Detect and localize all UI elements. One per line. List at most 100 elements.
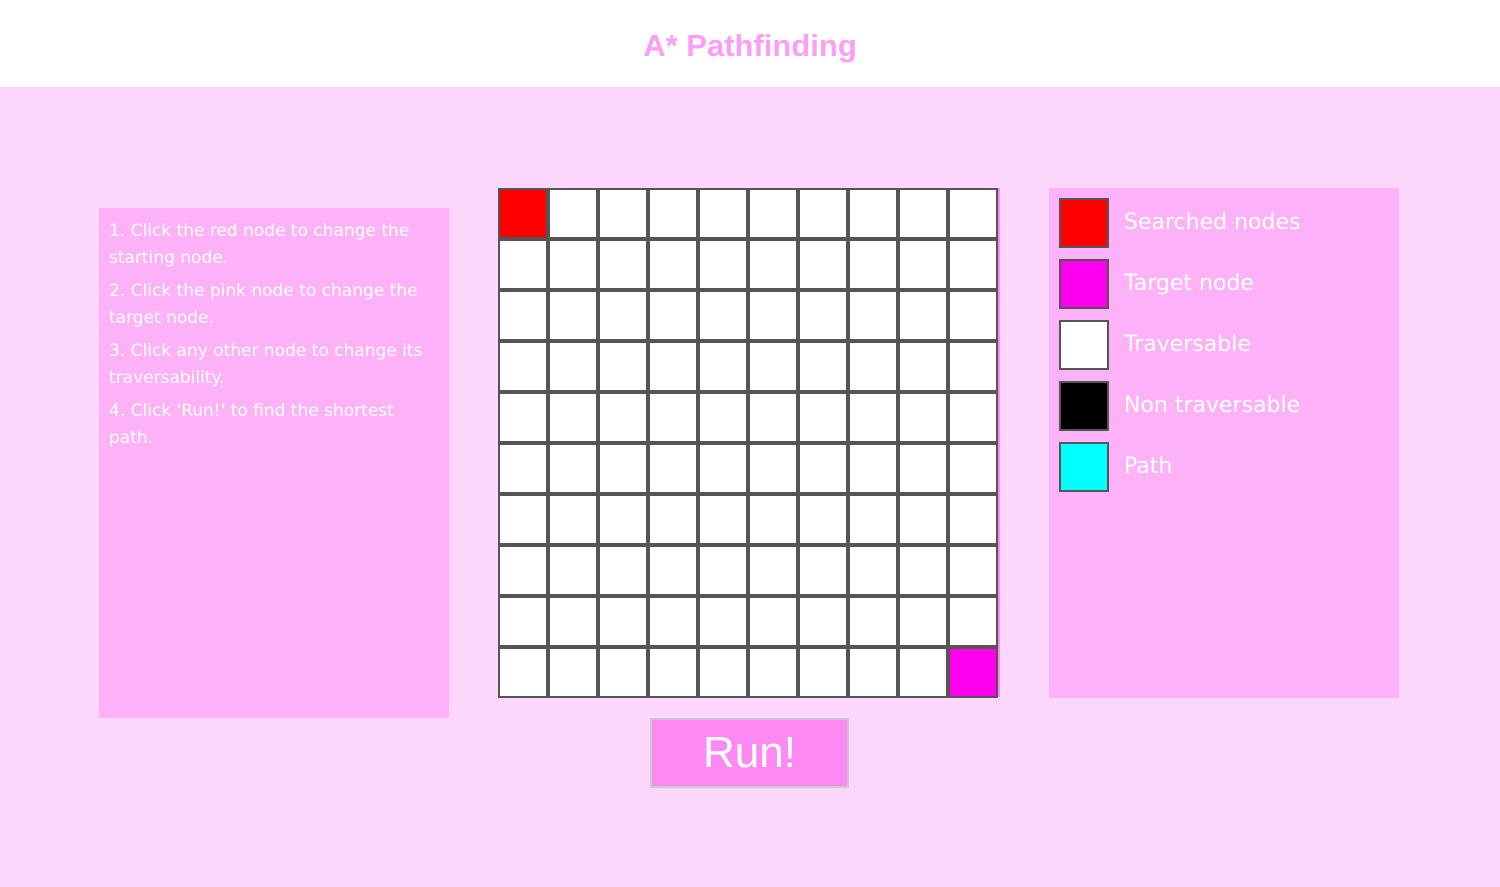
grid-node[interactable] xyxy=(548,290,598,341)
grid-node[interactable] xyxy=(798,443,848,494)
grid-node[interactable] xyxy=(548,188,598,239)
grid-node[interactable] xyxy=(598,494,648,545)
grid-node[interactable] xyxy=(798,290,848,341)
grid-node[interactable] xyxy=(648,341,698,392)
grid-node[interactable] xyxy=(898,290,948,341)
grid-node[interactable] xyxy=(498,596,548,647)
grid-node[interactable] xyxy=(598,647,648,698)
grid-node[interactable] xyxy=(748,596,798,647)
grid-node[interactable] xyxy=(898,494,948,545)
grid-node[interactable] xyxy=(848,494,898,545)
grid-node[interactable] xyxy=(948,392,998,443)
target-node[interactable] xyxy=(948,647,998,698)
grid-node[interactable] xyxy=(498,341,548,392)
grid-node[interactable] xyxy=(498,647,548,698)
grid-node[interactable] xyxy=(898,188,948,239)
grid-node[interactable] xyxy=(548,239,598,290)
grid-node[interactable] xyxy=(898,596,948,647)
grid-node[interactable] xyxy=(598,392,648,443)
grid-node[interactable] xyxy=(648,290,698,341)
grid-node[interactable] xyxy=(498,443,548,494)
grid-node[interactable] xyxy=(748,188,798,239)
grid-node[interactable] xyxy=(598,596,648,647)
grid-node[interactable] xyxy=(948,341,998,392)
grid-node[interactable] xyxy=(848,341,898,392)
grid-node[interactable] xyxy=(598,545,648,596)
grid-node[interactable] xyxy=(598,239,648,290)
grid-node[interactable] xyxy=(498,494,548,545)
grid-node[interactable] xyxy=(848,188,898,239)
grid-node[interactable] xyxy=(898,341,948,392)
run-button[interactable]: Run! xyxy=(650,718,849,788)
grid-node[interactable] xyxy=(548,545,598,596)
grid-node[interactable] xyxy=(748,647,798,698)
grid-node[interactable] xyxy=(698,392,748,443)
grid-node[interactable] xyxy=(748,392,798,443)
grid-node[interactable] xyxy=(798,239,848,290)
grid-node[interactable] xyxy=(798,596,848,647)
grid-node[interactable] xyxy=(698,443,748,494)
grid-node[interactable] xyxy=(798,188,848,239)
grid-node[interactable] xyxy=(698,239,748,290)
grid-node[interactable] xyxy=(548,392,598,443)
grid-node[interactable] xyxy=(598,188,648,239)
grid-node[interactable] xyxy=(648,443,698,494)
grid-node[interactable] xyxy=(548,443,598,494)
grid-node[interactable] xyxy=(898,392,948,443)
grid-node[interactable] xyxy=(948,290,998,341)
grid-node[interactable] xyxy=(698,188,748,239)
grid-node[interactable] xyxy=(848,392,898,443)
grid-node[interactable] xyxy=(948,239,998,290)
grid-node[interactable] xyxy=(798,392,848,443)
grid-node[interactable] xyxy=(648,188,698,239)
grid-node[interactable] xyxy=(498,545,548,596)
grid-node[interactable] xyxy=(598,443,648,494)
grid-node[interactable] xyxy=(648,494,698,545)
grid-node[interactable] xyxy=(498,239,548,290)
grid-node[interactable] xyxy=(898,239,948,290)
grid-node[interactable] xyxy=(748,341,798,392)
grid-node[interactable] xyxy=(848,443,898,494)
grid-node[interactable] xyxy=(648,545,698,596)
grid-node[interactable] xyxy=(798,545,848,596)
grid-node[interactable] xyxy=(598,290,648,341)
grid-node[interactable] xyxy=(848,596,898,647)
grid-node[interactable] xyxy=(948,188,998,239)
grid-node[interactable] xyxy=(498,290,548,341)
grid-node[interactable] xyxy=(698,545,748,596)
grid-node[interactable] xyxy=(548,341,598,392)
grid-node[interactable] xyxy=(548,647,598,698)
grid-node[interactable] xyxy=(798,494,848,545)
grid-node[interactable] xyxy=(748,239,798,290)
grid-node[interactable] xyxy=(848,647,898,698)
grid-node[interactable] xyxy=(648,647,698,698)
grid-node[interactable] xyxy=(798,341,848,392)
grid-node[interactable] xyxy=(548,596,598,647)
grid-node[interactable] xyxy=(698,341,748,392)
grid-node[interactable] xyxy=(698,647,748,698)
grid-node[interactable] xyxy=(848,545,898,596)
grid-node[interactable] xyxy=(948,596,998,647)
grid-node[interactable] xyxy=(948,443,998,494)
grid-node[interactable] xyxy=(648,596,698,647)
grid-node[interactable] xyxy=(548,494,598,545)
grid-node[interactable] xyxy=(748,545,798,596)
grid-node[interactable] xyxy=(698,494,748,545)
grid-node[interactable] xyxy=(898,443,948,494)
grid-node[interactable] xyxy=(848,290,898,341)
grid-node[interactable] xyxy=(948,494,998,545)
grid-node[interactable] xyxy=(748,443,798,494)
grid-node[interactable] xyxy=(848,239,898,290)
grid-node[interactable] xyxy=(798,647,848,698)
grid-node[interactable] xyxy=(598,341,648,392)
grid-node[interactable] xyxy=(948,545,998,596)
grid-node[interactable] xyxy=(648,239,698,290)
grid-node[interactable] xyxy=(498,392,548,443)
grid-node[interactable] xyxy=(648,392,698,443)
grid-node[interactable] xyxy=(698,290,748,341)
grid-node[interactable] xyxy=(748,494,798,545)
grid-node[interactable] xyxy=(898,647,948,698)
grid-node[interactable] xyxy=(898,545,948,596)
start-node[interactable] xyxy=(498,188,548,239)
grid-node[interactable] xyxy=(698,596,748,647)
